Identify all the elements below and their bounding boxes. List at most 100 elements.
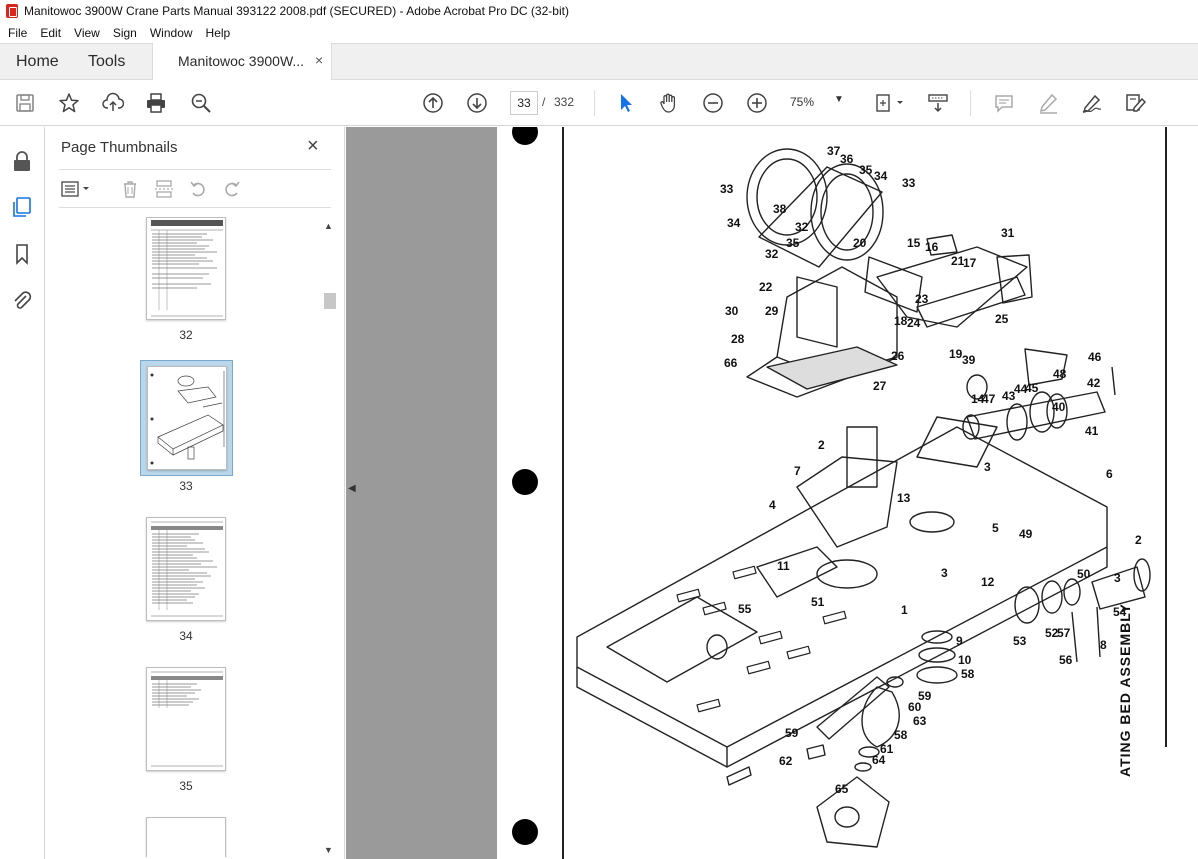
part-callout-number: 20 [853, 236, 867, 250]
menu-sign[interactable]: Sign [113, 26, 137, 40]
menu-help[interactable]: Help [206, 26, 231, 40]
scroll-down-icon[interactable]: ▼ [324, 845, 333, 855]
tab-home[interactable]: Home [16, 53, 59, 71]
part-callout-number: 5 [992, 521, 999, 535]
menu-file[interactable]: File [8, 26, 27, 40]
rotate-right-icon[interactable] [221, 177, 243, 201]
thumbnail-page[interactable] [146, 217, 226, 320]
document-view[interactable]: ◀ 37 36 35 34 33 33 38 34 32 32 35 20 15… [346, 127, 1198, 859]
menu-window[interactable]: Window [150, 26, 193, 40]
insert-page-icon[interactable] [153, 177, 175, 201]
part-callout-number: 15 [907, 236, 921, 250]
bookmark-icon[interactable] [10, 242, 34, 266]
page-thumbnails-icon[interactable] [10, 195, 34, 219]
part-callout-number: 56 [1059, 653, 1073, 667]
part-callout-number: 59 [785, 726, 799, 740]
tab-document[interactable]: Manitowoc 3900W... × [152, 43, 332, 81]
part-callout-number: 7 [794, 464, 801, 478]
thumbnail-page[interactable] [146, 667, 226, 771]
upload-icon[interactable] [101, 91, 125, 115]
part-callout-number: 41 [1085, 424, 1099, 438]
part-callout-number: 48 [1053, 367, 1067, 381]
hand-icon[interactable] [657, 91, 681, 115]
part-callout-number: 28 [731, 332, 745, 346]
thumbnail-page-selected[interactable] [147, 366, 227, 470]
panel-title: Page Thumbnails [61, 139, 178, 156]
title-bar: Manitowoc 3900W Crane Parts Manual 39312… [0, 0, 1198, 22]
part-callout-number: 34 [874, 169, 888, 183]
scroll-mode-icon[interactable] [926, 91, 950, 115]
thumbnail-scrollbar[interactable]: ▲ ▼ [322, 217, 336, 857]
part-callout-number: 45 [1025, 381, 1039, 395]
edit-icon[interactable] [1123, 91, 1147, 115]
part-callout-number: 12 [981, 575, 995, 589]
thumbnail-label: 32 [179, 328, 193, 342]
comment-icon[interactable] [992, 91, 1016, 115]
page-number-input[interactable]: 33 [510, 91, 538, 115]
part-callout-number: 24 [907, 316, 921, 330]
menu-view[interactable]: View [74, 26, 100, 40]
thumbnail-page[interactable] [146, 517, 226, 621]
part-callout-number: 37 [827, 144, 841, 158]
thumbnail-toolbar [59, 177, 339, 203]
part-callout-number: 17 [963, 256, 977, 270]
part-callout-number: 6 [1106, 467, 1113, 481]
thumbnail-list: 32 33 34 35 [45, 217, 325, 857]
part-callout-number: 42 [1087, 376, 1101, 390]
toolbar-divider [970, 90, 971, 116]
part-callout-number: 64 [872, 753, 886, 767]
page-down-icon[interactable] [465, 91, 489, 115]
part-callout-number: 2 [818, 438, 825, 452]
part-callout-number: 38 [773, 202, 787, 216]
delete-icon[interactable] [119, 177, 141, 201]
divider [59, 169, 331, 170]
tab-bar: Home Tools Manitowoc 3900W... × [0, 43, 1198, 81]
part-callout-number: 25 [995, 312, 1009, 326]
part-callout-number: 27 [873, 379, 887, 393]
panel-close-icon[interactable]: × [307, 135, 319, 158]
page-thumbnails-panel: Page Thumbnails × 32 33 34 35 ▲ ▼ [45, 127, 345, 859]
page-fit-icon[interactable] [873, 91, 907, 115]
scroll-up-icon[interactable]: ▲ [324, 221, 333, 231]
part-callout-number: 57 [1057, 626, 1071, 640]
part-callout-number: 65 [835, 782, 849, 796]
part-callout-number: 10 [958, 653, 972, 667]
part-callout-number: 46 [1088, 350, 1102, 364]
zoom-level-select[interactable]: 75% [790, 95, 814, 109]
select-cursor-icon[interactable] [614, 91, 638, 115]
print-icon[interactable] [144, 91, 168, 115]
tab-tools[interactable]: Tools [88, 53, 125, 71]
page-up-icon[interactable] [421, 91, 445, 115]
part-callout-number: 32 [795, 220, 809, 234]
zoom-out-icon[interactable] [701, 91, 725, 115]
part-callout-number: 26 [891, 349, 905, 363]
rotate-left-icon[interactable] [187, 177, 209, 201]
part-callout-number: 22 [759, 280, 773, 294]
part-callout-number: 23 [915, 292, 929, 306]
thumbnail-label: 33 [179, 479, 193, 493]
zoom-search-icon[interactable] [189, 91, 213, 115]
part-callout-number: 51 [811, 595, 825, 609]
part-callout-number: 33 [720, 182, 734, 196]
part-callout-number: 31 [1001, 226, 1015, 240]
collapse-panel-icon[interactable]: ◀ [348, 483, 356, 494]
lock-icon[interactable] [10, 149, 34, 173]
chevron-down-icon[interactable]: ▼ [834, 94, 844, 105]
tab-document-label: Manitowoc 3900W... [178, 53, 305, 69]
scrollbar-thumb[interactable] [324, 293, 336, 309]
toolbar-divider [594, 90, 595, 116]
highlight-icon[interactable] [1036, 91, 1060, 115]
save-icon[interactable] [13, 91, 37, 115]
part-callout-number: 35 [786, 236, 800, 250]
zoom-in-icon[interactable] [745, 91, 769, 115]
options-menu-icon[interactable] [59, 177, 93, 201]
attachment-icon[interactable] [10, 288, 34, 312]
part-callout-number: 58 [961, 667, 975, 681]
part-callout-number: 3 [984, 460, 991, 474]
star-icon[interactable] [57, 91, 81, 115]
part-callout-number: 47 [982, 392, 996, 406]
sign-icon[interactable] [1080, 91, 1104, 115]
thumbnail-page[interactable] [146, 817, 226, 857]
tab-close-icon[interactable]: × [315, 52, 323, 68]
menu-edit[interactable]: Edit [40, 26, 61, 40]
